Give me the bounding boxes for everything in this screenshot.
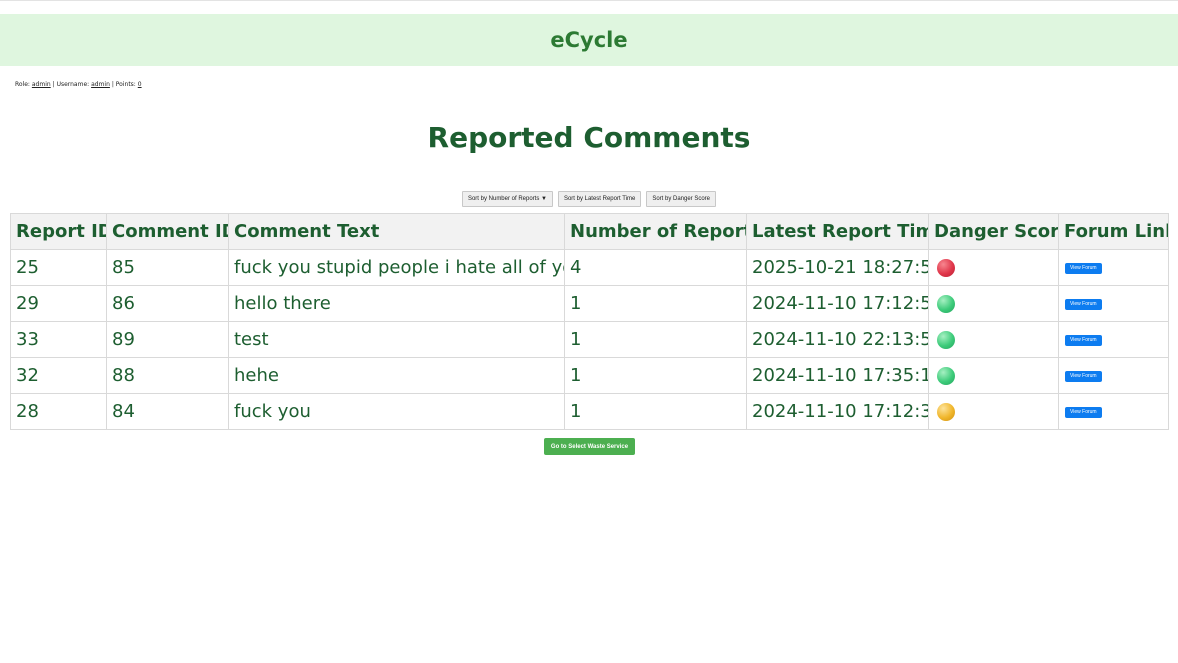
separator: | (52, 81, 55, 88)
column-header-forum-link[interactable]: Forum Link (1058, 213, 1169, 250)
site-header: eCycle (0, 14, 1178, 66)
danger-medium-icon (937, 403, 955, 421)
forum-link-cell: View Forum (1058, 393, 1169, 430)
danger-score-cell (928, 321, 1059, 358)
reported-comments-table: Report ID Comment ID Comment Text Number… (10, 213, 1169, 430)
role-value: admin (31, 81, 51, 88)
table-header-row: Report ID Comment ID Comment Text Number… (10, 213, 1169, 250)
view-forum-button[interactable]: View Forum (1065, 262, 1102, 274)
comment-text-cell: test (228, 321, 565, 358)
table-row: 25 85 fuck you stupid people i hate all … (10, 249, 1169, 286)
report-id-cell: 33 (10, 321, 107, 358)
danger-low-icon (937, 295, 955, 313)
number-of-reports-cell: 1 (564, 285, 747, 322)
site-title: eCycle (550, 28, 628, 52)
table-row: 32 88 hehe 1 2024-11-10 17:35:15 View Fo… (10, 357, 1169, 394)
points-label: Points: (115, 81, 136, 88)
number-of-reports-cell: 4 (564, 249, 747, 286)
table-row: 29 86 hello there 1 2024-11-10 17:12:57 … (10, 285, 1169, 322)
separator: | (111, 81, 114, 88)
sort-by-danger-button[interactable]: Sort by Danger Score (646, 191, 717, 207)
comment-text-cell: fuck you stupid people i hate all of you (228, 249, 565, 286)
number-of-reports-cell: 1 (564, 321, 747, 358)
danger-low-icon (937, 367, 955, 385)
latest-report-time-cell: 2025-10-21 18:27:51 (746, 249, 929, 286)
sort-by-time-button[interactable]: Sort by Latest Report Time (557, 191, 642, 207)
report-id-cell: 25 (10, 249, 107, 286)
latest-report-time-cell: 2024-11-10 17:12:57 (746, 285, 929, 322)
role-label: Role: (15, 81, 30, 88)
danger-score-cell (928, 393, 1059, 430)
comment-id-cell: 84 (106, 393, 229, 430)
report-id-cell: 32 (10, 357, 107, 394)
column-header-report-id[interactable]: Report ID (10, 213, 107, 250)
view-forum-button[interactable]: View Forum (1065, 370, 1102, 382)
danger-score-cell (928, 285, 1059, 322)
comment-text-cell: hello there (228, 285, 565, 322)
column-header-comment-id[interactable]: Comment ID (106, 213, 229, 250)
number-of-reports-cell: 1 (564, 393, 747, 430)
column-header-danger-score[interactable]: Danger Score (928, 213, 1059, 250)
comment-id-cell: 85 (106, 249, 229, 286)
comment-text-cell: hehe (228, 357, 565, 394)
danger-low-icon (937, 331, 955, 349)
forum-link-cell: View Forum (1058, 321, 1169, 358)
view-forum-button[interactable]: View Forum (1065, 406, 1102, 418)
column-header-latest-report-time[interactable]: Latest Report Time (746, 213, 929, 250)
page-title: Reported Comments (427, 121, 751, 154)
points-value: 0 (137, 81, 142, 88)
top-border (0, 0, 1178, 1)
comment-id-cell: 86 (106, 285, 229, 322)
comment-id-cell: 88 (106, 357, 229, 394)
report-id-cell: 28 (10, 393, 107, 430)
comment-text-cell: fuck you (228, 393, 565, 430)
go-to-waste-service-button[interactable]: Go to Select Waste Service (544, 438, 635, 455)
forum-link-cell: View Forum (1058, 357, 1169, 394)
username-label: Username: (56, 81, 90, 88)
forum-link-cell: View Forum (1058, 249, 1169, 286)
report-id-cell: 29 (10, 285, 107, 322)
column-header-number-of-reports[interactable]: Number of Reports (564, 213, 747, 250)
comment-id-cell: 89 (106, 321, 229, 358)
danger-score-cell (928, 357, 1059, 394)
sort-bar: Sort by Number of Reports ▼ Sort by Late… (0, 191, 1178, 207)
username-value: admin (91, 81, 110, 88)
column-header-comment-text[interactable]: Comment Text (228, 213, 565, 250)
latest-report-time-cell: 2024-11-10 17:12:35 (746, 393, 929, 430)
latest-report-time-cell: 2024-11-10 17:35:15 (746, 357, 929, 394)
sort-by-reports-button[interactable]: Sort by Number of Reports ▼ (461, 191, 553, 207)
table-row: 28 84 fuck you 1 2024-11-10 17:12:35 Vie… (10, 393, 1169, 430)
danger-score-cell (928, 249, 1059, 286)
user-info: Role: admin | Username: admin | Points: … (15, 80, 142, 90)
view-forum-button[interactable]: View Forum (1065, 334, 1102, 346)
latest-report-time-cell: 2024-11-10 22:13:52 (746, 321, 929, 358)
number-of-reports-cell: 1 (564, 357, 747, 394)
view-forum-button[interactable]: View Forum (1065, 298, 1102, 310)
forum-link-cell: View Forum (1058, 285, 1169, 322)
table-row: 33 89 test 1 2024-11-10 22:13:52 View Fo… (10, 321, 1169, 358)
danger-high-icon (937, 259, 955, 277)
